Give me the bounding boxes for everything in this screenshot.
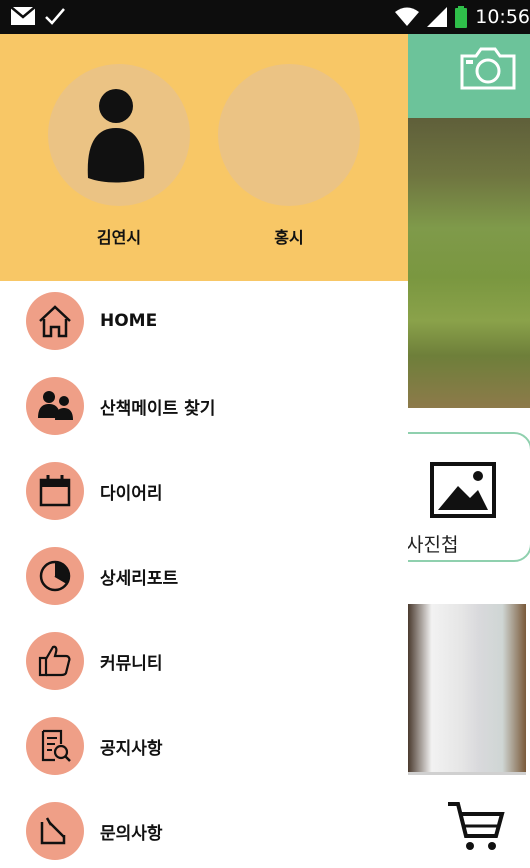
notice-icon bbox=[41, 729, 71, 762]
menu-label: 다이어리 bbox=[100, 483, 163, 504]
menu-icon-wrap bbox=[26, 462, 84, 520]
drawer-header: 김연시 홍시 bbox=[0, 34, 408, 281]
menu-label: 상세리포트 bbox=[100, 568, 179, 589]
menu-item-home[interactable]: HOME bbox=[26, 291, 157, 351]
menu-item-inquiry[interactable]: 문의사항 bbox=[26, 801, 163, 861]
image-icon bbox=[430, 462, 496, 518]
status-bar: 10:56 bbox=[0, 0, 530, 34]
menu-label: 문의사항 bbox=[100, 823, 163, 844]
calendar-icon bbox=[39, 475, 71, 507]
dog-photo bbox=[408, 604, 526, 772]
album-label: 사진첩 bbox=[406, 534, 459, 556]
camera-icon[interactable] bbox=[456, 44, 520, 92]
menu-item-report[interactable]: 상세리포트 bbox=[26, 546, 178, 606]
menu-label: 커뮤니티 bbox=[100, 653, 163, 674]
thumbs-up-icon bbox=[38, 645, 71, 677]
menu-label: 공지사항 bbox=[100, 738, 163, 759]
menu-icon-wrap bbox=[26, 632, 84, 690]
cart-icon[interactable] bbox=[446, 798, 506, 854]
menu-label: HOME bbox=[100, 311, 158, 331]
avatar[interactable] bbox=[48, 64, 190, 206]
menu-icon-wrap bbox=[26, 802, 84, 860]
check-icon bbox=[45, 8, 65, 25]
pie-chart-icon bbox=[39, 560, 71, 592]
person-icon bbox=[87, 89, 145, 183]
profile-secondary[interactable]: 홍시 bbox=[218, 64, 360, 248]
navigation-drawer: 김연시 홍시 HOME 산책메이트 찾기 다이어리 상세리포트 커뮤니티 공지사… bbox=[0, 34, 408, 868]
status-time: 10:56 bbox=[475, 6, 530, 28]
profile-primary[interactable]: 김연시 bbox=[48, 64, 190, 248]
mail-icon bbox=[10, 6, 36, 25]
status-right: 10:56 bbox=[395, 6, 530, 28]
menu-item-community[interactable]: 커뮤니티 bbox=[26, 631, 163, 691]
menu-icon-wrap bbox=[26, 377, 84, 435]
profile-name: 김연시 bbox=[96, 228, 142, 247]
wifi-icon bbox=[395, 7, 420, 26]
inquiry-icon bbox=[40, 817, 66, 845]
menu-label: 산책메이트 찾기 bbox=[100, 398, 216, 419]
divider bbox=[408, 772, 526, 775]
menu-item-walk-mate[interactable]: 산책메이트 찾기 bbox=[26, 376, 215, 436]
status-left bbox=[10, 6, 66, 26]
battery-icon bbox=[455, 6, 468, 28]
profile-name: 홍시 bbox=[274, 228, 304, 247]
people-icon bbox=[38, 391, 73, 420]
menu-icon-wrap bbox=[26, 717, 84, 775]
menu-item-notice[interactable]: 공지사항 bbox=[26, 716, 163, 776]
menu-icon-wrap bbox=[26, 547, 84, 605]
menu-icon-wrap bbox=[26, 292, 84, 350]
signal-icon bbox=[427, 7, 448, 27]
avatar[interactable] bbox=[218, 64, 360, 206]
home-icon bbox=[39, 305, 71, 338]
menu-item-diary[interactable]: 다이어리 bbox=[26, 461, 163, 521]
